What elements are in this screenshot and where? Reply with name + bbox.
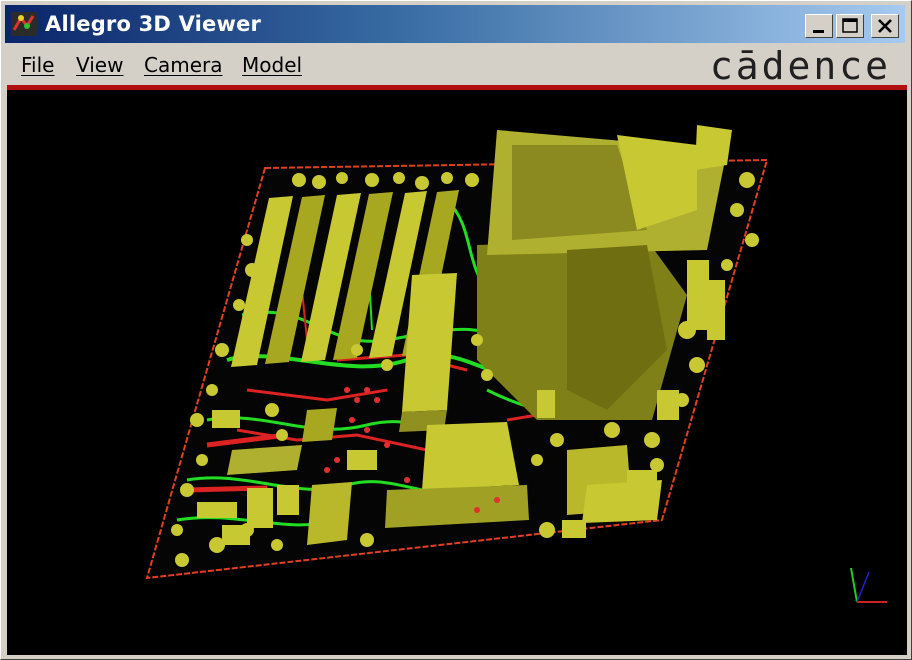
menu-bar: File View Camera Model cādence	[5, 45, 905, 85]
title-bar[interactable]: Allegro 3D Viewer	[5, 5, 905, 43]
minimize-icon	[813, 30, 824, 33]
axis-indicator	[850, 567, 887, 603]
allegro-app-icon	[11, 12, 37, 36]
maximize-button[interactable]	[836, 14, 864, 38]
app-window: Allegro 3D Viewer File View Camera Model…	[0, 0, 912, 660]
cadence-logo: cādence	[709, 44, 891, 88]
close-button[interactable]	[871, 14, 899, 38]
maximize-icon	[842, 18, 858, 33]
pcb-3d-model	[145, 125, 887, 603]
minimize-button[interactable]	[805, 14, 833, 38]
menu-file[interactable]: File	[21, 53, 54, 77]
menu-camera[interactable]: Camera	[144, 53, 223, 77]
3d-viewport[interactable]	[7, 90, 907, 655]
menu-view[interactable]: View	[76, 53, 123, 77]
menu-model[interactable]: Model	[242, 53, 302, 77]
window-title: Allegro 3D Viewer	[45, 12, 262, 36]
close-icon	[878, 19, 892, 33]
